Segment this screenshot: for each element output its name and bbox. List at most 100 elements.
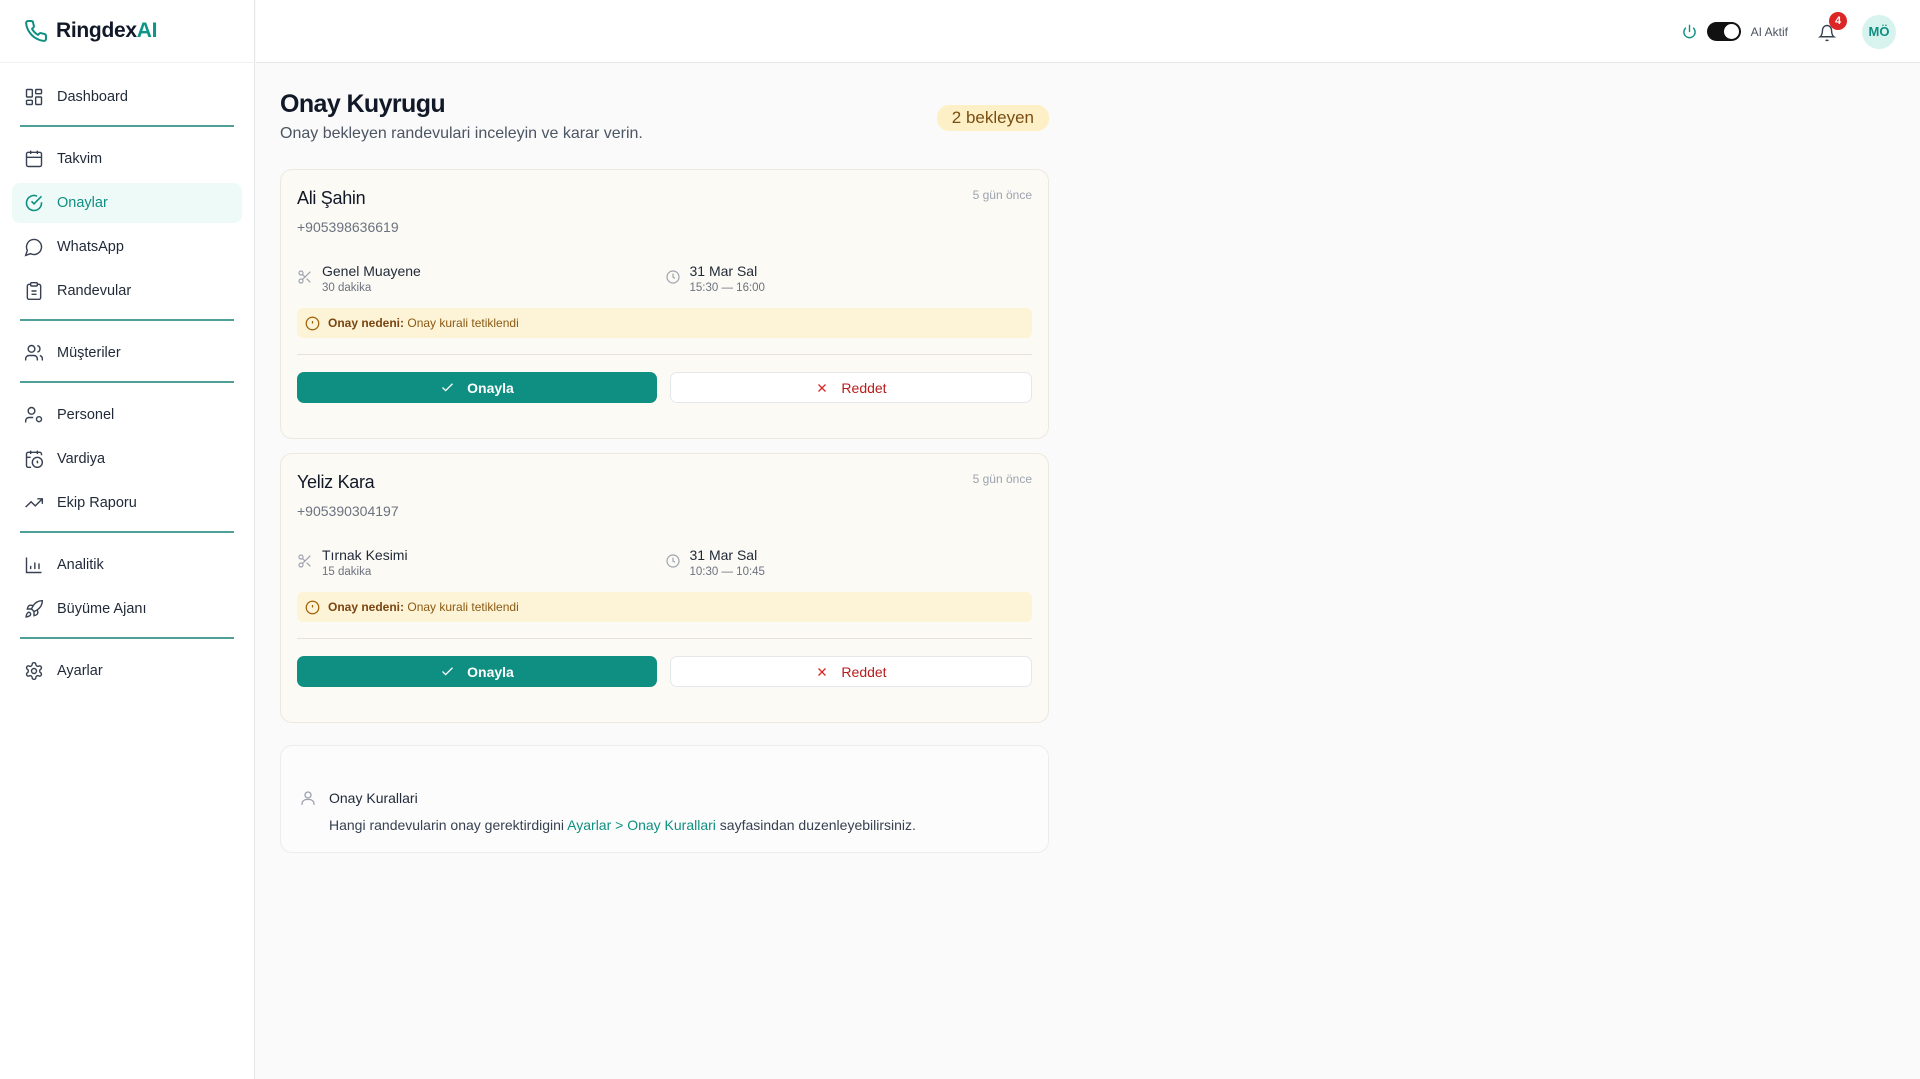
service-duration: 30 dakika <box>322 282 372 294</box>
nav-separator <box>20 319 234 321</box>
service-info: Tırnak Kesimi 15 dakika <box>297 547 665 578</box>
rocket-icon <box>25 599 44 618</box>
ai-toggle[interactable] <box>1706 22 1741 41</box>
appointment-time: 15:30 — 16:00 <box>689 282 765 294</box>
request-time-ago: 5 gün önce <box>972 472 1032 486</box>
sidebar-item-vardiya[interactable]: Vardiya <box>12 439 242 479</box>
reason-text: Onay kurali tetiklendi <box>407 600 519 614</box>
check-circle-icon <box>25 194 43 212</box>
close-icon <box>818 383 827 392</box>
nav-separator <box>20 531 234 533</box>
top-bar: AI Aktif 4 MÖ <box>256 0 1920 63</box>
sidebar-item-label: Müşteriler <box>57 345 121 361</box>
datetime-info: 31 Mar Sal 10:30 — 10:45 <box>665 547 1033 578</box>
card-actions: Onayla Reddet <box>297 656 1032 687</box>
main-content: Onay Kuyrugu Onay bekleyen randevulari i… <box>280 90 1049 853</box>
sidebar-item-analitik[interactable]: Analitik <box>12 545 242 585</box>
approval-reason: Onay nedeni: Onay kurali tetiklendi <box>297 308 1032 338</box>
calendar-clock-icon <box>25 450 44 469</box>
users-icon <box>24 344 44 361</box>
request-time-ago: 5 gün önce <box>972 188 1032 202</box>
reject-label: Reddet <box>841 663 887 680</box>
rules-title: Onay Kurallari <box>329 790 418 806</box>
approve-button[interactable]: Onayla <box>297 656 657 687</box>
sidebar-item-label: Takvim <box>57 151 103 167</box>
alert-circle-icon <box>305 600 320 614</box>
approve-label: Onayla <box>467 663 514 680</box>
approval-card: Yeliz Kara +905390304197 5 gün önce Tırn… <box>280 453 1049 723</box>
approve-label: Onayla <box>467 379 514 396</box>
appointment-details: Tırnak Kesimi 15 dakika 31 Mar Sal 10:30… <box>297 547 1032 578</box>
service-name: Tırnak Kesimi <box>322 547 408 563</box>
nav-separator <box>20 381 234 383</box>
grid-icon <box>25 88 43 106</box>
rules-settings-link[interactable]: Ayarlar > Onay Kurallari <box>567 817 716 833</box>
reject-button[interactable]: Reddet <box>670 372 1032 403</box>
reason-text: Onay kurali tetiklendi <box>407 316 519 330</box>
scissors-icon <box>298 270 311 284</box>
sidebar-item-label: Ekip Raporu <box>57 495 137 511</box>
nav-separator <box>20 637 234 639</box>
notifications-button[interactable]: 4 <box>1816 11 1847 43</box>
customer-name: Yeliz Kara <box>297 472 375 492</box>
card-actions: Onayla Reddet <box>297 372 1032 403</box>
bar-chart-icon <box>25 557 42 574</box>
sidebar-item-label: Analitik <box>57 557 104 573</box>
sidebar-item-ayarlar[interactable]: Ayarlar <box>12 651 242 691</box>
reason-label: Onay nedeni: <box>328 316 405 330</box>
service-duration: 15 dakika <box>322 566 372 578</box>
pending-count-badge: 2 bekleyen <box>936 105 1049 131</box>
approval-reason: Onay nedeni: Onay kurali tetiklendi <box>297 592 1032 622</box>
approval-rules-info: Onay Kurallari Hangi randevularin onay g… <box>280 745 1049 853</box>
sidebar-item-randevular[interactable]: Randevular <box>12 271 242 311</box>
sidebar-item-label: Büyüme Ajanı <box>57 601 147 617</box>
reject-label: Reddet <box>841 379 887 396</box>
page-title: Onay Kuyrugu <box>280 90 446 118</box>
brand[interactable]: RingdexAI <box>0 0 254 63</box>
brand-name: RingdexAI <box>56 19 158 42</box>
close-icon <box>818 667 827 676</box>
nav-separator <box>20 125 234 127</box>
user-icon <box>301 791 315 805</box>
clipboard-icon <box>26 281 42 301</box>
sidebar-item-takvim[interactable]: Takvim <box>12 139 242 179</box>
sidebar: RingdexAI Dashboard Takvim Onaylar Whats… <box>0 0 255 1079</box>
sidebar-item-onaylar[interactable]: Onaylar <box>12 183 242 223</box>
sidebar-item-personel[interactable]: Personel <box>12 395 242 435</box>
phone-logo-icon <box>25 19 48 42</box>
alert-circle-icon <box>305 316 320 330</box>
check-icon <box>442 383 454 392</box>
calendar-icon <box>25 150 43 168</box>
sidebar-item-label: Ayarlar <box>57 663 103 679</box>
customer-phone: +905398636619 <box>297 219 399 235</box>
reject-button[interactable]: Reddet <box>670 656 1032 687</box>
user-avatar[interactable]: MÖ <box>1862 14 1896 49</box>
page-subtitle: Onay bekleyen randevulari inceleyin ve k… <box>280 125 643 142</box>
sidebar-item-label: Onaylar <box>57 195 108 211</box>
sidebar-item-buyume-ajani[interactable]: Büyüme Ajanı <box>12 589 242 629</box>
card-divider <box>297 354 1032 355</box>
sidebar-item-ekip-raporu[interactable]: Ekip Raporu <box>12 483 242 523</box>
reason-label: Onay nedeni: <box>328 600 405 614</box>
sidebar-item-dashboard[interactable]: Dashboard <box>12 77 242 117</box>
gear-icon <box>25 661 43 681</box>
sidebar-item-musteriler[interactable]: Müşteriler <box>12 333 242 373</box>
top-right-controls: AI Aktif 4 MÖ <box>1682 0 1896 63</box>
sidebar-item-label: Vardiya <box>57 451 106 467</box>
datetime-info: 31 Mar Sal 15:30 — 16:00 <box>665 263 1033 294</box>
sidebar-item-label: WhatsApp <box>57 239 124 255</box>
power-icon <box>1682 24 1696 39</box>
customer-phone: +905390304197 <box>297 503 399 519</box>
approval-card: Ali Şahin +905398636619 5 gün önce Genel… <box>280 169 1049 439</box>
appointment-date: 31 Mar Sal <box>689 263 758 279</box>
appointment-time: 10:30 — 10:45 <box>689 566 765 578</box>
chat-icon <box>24 238 43 257</box>
customer-name: Ali Şahin <box>297 188 366 208</box>
approve-button[interactable]: Onayla <box>297 372 657 403</box>
sidebar-item-whatsapp[interactable]: WhatsApp <box>12 227 242 267</box>
appointment-date: 31 Mar Sal <box>689 547 758 563</box>
rules-text-after: sayfasindan duzenleyebilirsiniz. <box>719 817 916 833</box>
notification-count-badge: 4 <box>1829 11 1847 30</box>
clock-icon <box>665 270 680 284</box>
ai-status-label: AI Aktif <box>1750 24 1788 39</box>
